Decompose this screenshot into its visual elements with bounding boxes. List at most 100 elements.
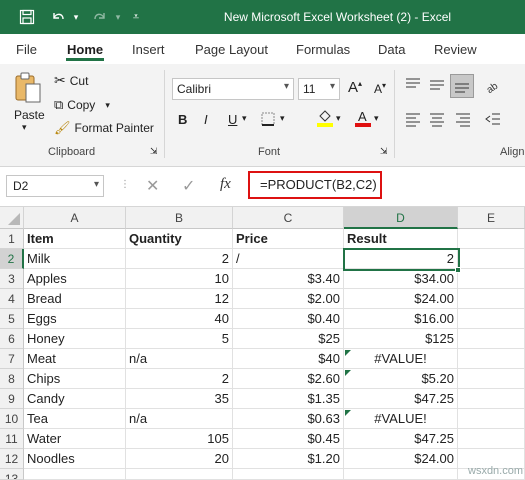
row-header[interactable]: 13	[0, 469, 24, 480]
table-cell[interactable]: $34.00	[344, 269, 458, 289]
enter-check-icon[interactable]: ✓	[182, 176, 195, 196]
font-name-select[interactable]: Calibri ▾	[172, 78, 294, 100]
column-header-a[interactable]: A	[24, 207, 126, 229]
table-cell[interactable]: 10	[126, 269, 233, 289]
paste-dropdown-icon[interactable]: ▾	[22, 122, 27, 133]
column-header-b[interactable]: B	[126, 207, 233, 229]
table-cell[interactable]: 2	[126, 369, 233, 389]
table-header-cell[interactable]: Result	[344, 229, 458, 249]
table-cell[interactable]: $0.45	[233, 429, 344, 449]
copy-button[interactable]: ⧉ Copy ▾	[54, 97, 110, 113]
fill-color-dropdown-icon[interactable]: ▾	[336, 113, 341, 124]
table-cell[interactable]: $40	[233, 349, 344, 369]
table-cell[interactable]: $0.63	[233, 409, 344, 429]
table-cell[interactable]: $2.00	[233, 289, 344, 309]
table-cell[interactable]: 5	[126, 329, 233, 349]
table-cell[interactable]: $25	[233, 329, 344, 349]
align-top-icon[interactable]	[404, 76, 422, 97]
row-header[interactable]: 6	[0, 329, 24, 349]
empty-cell[interactable]	[458, 269, 525, 289]
empty-cell[interactable]	[458, 309, 525, 329]
table-cell[interactable]: 20	[126, 449, 233, 469]
table-cell[interactable]: $3.40	[233, 269, 344, 289]
decrease-indent-icon[interactable]	[484, 110, 502, 131]
table-cell[interactable]: Honey	[24, 329, 126, 349]
empty-cell[interactable]	[126, 469, 233, 480]
error-indicator-icon[interactable]	[345, 410, 351, 416]
cancel-icon[interactable]: ✕	[146, 176, 159, 196]
table-cell[interactable]: Tea	[24, 409, 126, 429]
table-cell[interactable]: n/a	[126, 349, 233, 369]
table-cell[interactable]: $47.25	[344, 389, 458, 409]
insert-function-icon[interactable]: fx	[220, 176, 231, 193]
table-cell[interactable]: 2	[126, 249, 233, 269]
table-header-cell[interactable]: Price	[233, 229, 344, 249]
decrease-font-size-icon[interactable]: A▾	[374, 81, 386, 96]
cut-button[interactable]: ✂ Cut	[54, 72, 88, 89]
table-cell[interactable]: Bread	[24, 289, 126, 309]
empty-cell[interactable]	[458, 229, 525, 249]
table-cell[interactable]: 105	[126, 429, 233, 449]
table-cell[interactable]: Noodles	[24, 449, 126, 469]
tab-data[interactable]: Data	[378, 42, 405, 57]
column-header-d[interactable]: D	[344, 207, 458, 229]
empty-cell[interactable]	[458, 249, 525, 269]
table-cell[interactable]: $24.00	[344, 289, 458, 309]
table-cell[interactable]: $0.40	[233, 309, 344, 329]
name-box[interactable]: D2 ▾	[6, 175, 104, 197]
paste-icon[interactable]	[12, 70, 46, 108]
row-header[interactable]: 4	[0, 289, 24, 309]
font-color-icon[interactable]: A	[354, 108, 372, 131]
table-cell[interactable]: Meat	[24, 349, 126, 369]
row-header[interactable]: 3	[0, 269, 24, 289]
underline-button[interactable]: U	[228, 112, 237, 127]
underline-dropdown-icon[interactable]: ▾	[242, 113, 247, 124]
font-color-dropdown-icon[interactable]: ▾	[374, 113, 379, 124]
tab-page-layout[interactable]: Page Layout	[195, 42, 268, 57]
table-cell[interactable]: Apples	[24, 269, 126, 289]
table-cell[interactable]: Eggs	[24, 309, 126, 329]
borders-dropdown-icon[interactable]: ▾	[280, 113, 285, 124]
row-header[interactable]: 5	[0, 309, 24, 329]
table-cell[interactable]: 35	[126, 389, 233, 409]
formula-input[interactable]: =PRODUCT(B2,C2)	[248, 171, 382, 199]
table-header-cell[interactable]: Item	[24, 229, 126, 249]
error-indicator-icon[interactable]	[345, 350, 351, 356]
row-header[interactable]: 7	[0, 349, 24, 369]
empty-cell[interactable]	[24, 469, 126, 480]
clipboard-launcher-icon[interactable]: ⇲	[150, 146, 158, 157]
tab-review[interactable]: Review	[434, 42, 477, 57]
row-header[interactable]: 11	[0, 429, 24, 449]
table-cell[interactable]: Water	[24, 429, 126, 449]
borders-icon[interactable]	[260, 111, 276, 130]
bold-button[interactable]: B	[178, 112, 187, 127]
select-all-corner[interactable]	[0, 207, 24, 229]
tab-file[interactable]: File	[16, 42, 37, 57]
increase-font-size-icon[interactable]: A▴	[348, 79, 362, 96]
column-header-c[interactable]: C	[233, 207, 344, 229]
row-header[interactable]: 2	[0, 249, 24, 269]
align-right-icon[interactable]	[454, 110, 472, 131]
paste-label[interactable]: Paste	[14, 108, 45, 122]
orientation-icon[interactable]: ab	[484, 76, 502, 97]
table-cell[interactable]: Chips	[24, 369, 126, 389]
table-cell[interactable]: $5.20	[344, 369, 458, 389]
tab-home[interactable]: Home	[67, 42, 103, 57]
table-cell[interactable]: $1.20	[233, 449, 344, 469]
empty-cell[interactable]	[458, 289, 525, 309]
table-cell[interactable]: $47.25	[344, 429, 458, 449]
row-header[interactable]: 9	[0, 389, 24, 409]
empty-cell[interactable]	[344, 469, 458, 480]
empty-cell[interactable]	[458, 349, 525, 369]
row-header[interactable]: 10	[0, 409, 24, 429]
spreadsheet-grid[interactable]: A B C D E 1 2 3 4 5 6 7 8 9 10 11 12 13 …	[0, 207, 525, 480]
fill-handle[interactable]	[455, 267, 461, 273]
empty-cell[interactable]	[233, 469, 344, 480]
empty-cell[interactable]	[458, 369, 525, 389]
error-indicator-icon[interactable]	[345, 370, 351, 376]
table-cell[interactable]: 40	[126, 309, 233, 329]
empty-cell[interactable]	[458, 429, 525, 449]
align-left-icon[interactable]	[404, 110, 422, 131]
table-cell[interactable]: $24.00	[344, 449, 458, 469]
empty-cell[interactable]	[458, 389, 525, 409]
